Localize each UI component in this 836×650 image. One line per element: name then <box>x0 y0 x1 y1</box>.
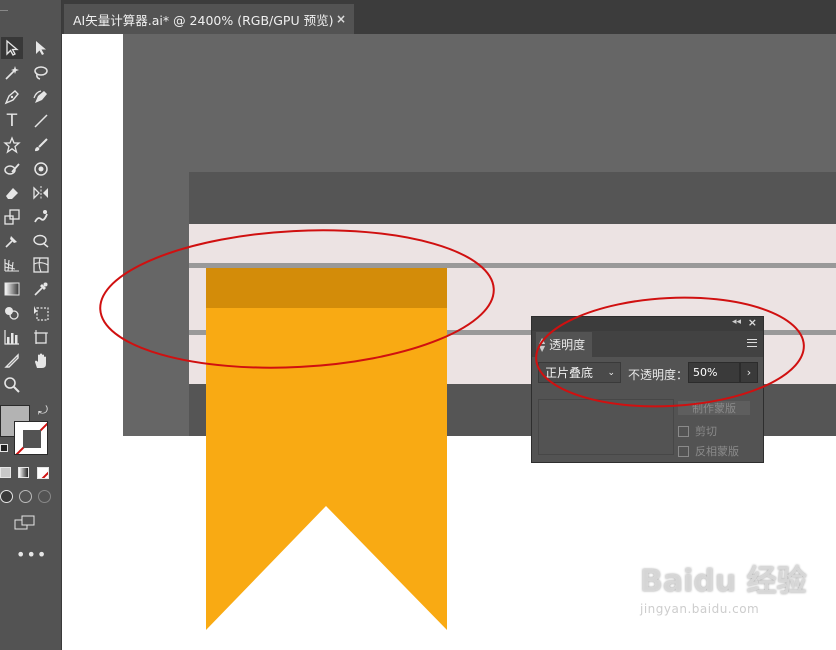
default-colors-icon[interactable] <box>0 444 8 452</box>
document-tab-bar: AI矢量计算器.ai* @ 2400% (RGB/GPU 预览) × <box>62 0 836 34</box>
none-mode-icon[interactable] <box>37 467 49 479</box>
type-tool-icon[interactable]: T <box>1 110 23 132</box>
opacity-label: 不透明度： <box>628 368 689 382</box>
stroke-swatch[interactable] <box>14 421 48 455</box>
toolbar-grip[interactable] <box>0 10 8 13</box>
make-mask-button[interactable]: 制作蒙版 <box>678 401 750 415</box>
invert-mask-option[interactable]: 反相蒙版 <box>678 443 739 459</box>
clip-checkbox[interactable] <box>678 425 689 437</box>
opacity-value: 50% <box>693 366 718 379</box>
line-segment-tool-icon[interactable] <box>30 110 52 132</box>
eraser-tool-icon[interactable] <box>1 182 23 204</box>
clip-label: 剪切 <box>695 425 717 438</box>
artboard-select-tool-icon[interactable] <box>30 302 52 324</box>
document-tab[interactable]: AI矢量计算器.ai* @ 2400% (RGB/GPU 预览) × <box>64 4 354 34</box>
curvature-tool-icon[interactable] <box>30 86 52 108</box>
selection-tool-icon[interactable] <box>1 37 23 59</box>
draw-behind-icon[interactable] <box>19 490 32 503</box>
collapse-panel-icon[interactable]: ◂◂ <box>732 317 741 327</box>
gradient-mode-icon[interactable] <box>18 467 29 478</box>
slice-tool-icon[interactable] <box>1 350 23 372</box>
document-tab-title: AI矢量计算器.ai* @ 2400% (RGB/GPU 预览) <box>73 12 334 28</box>
draw-normal-icon[interactable] <box>0 490 13 503</box>
column-graph-tool-icon[interactable] <box>1 326 23 348</box>
blend-mode-select[interactable]: 正片叠底 ⌄ <box>538 362 621 383</box>
scale-tool-icon[interactable] <box>1 206 23 228</box>
invert-mask-label: 反相蒙版 <box>695 445 739 458</box>
tools-panel: T ⤾ ••• <box>0 0 62 650</box>
transparency-panel: ◂◂ × ▲ ▼ 透明度 正片叠底 ⌄ 不透明度： 50% › 制作蒙版 剪切 反… <box>531 316 764 463</box>
pen-tool-icon[interactable] <box>1 86 23 108</box>
reflect-tool-icon[interactable] <box>30 182 52 204</box>
direct-selection-tool-icon[interactable] <box>30 37 52 59</box>
close-panel-icon[interactable]: × <box>748 316 757 329</box>
swap-fill-stroke-icon[interactable]: ⤾ <box>38 403 52 417</box>
eyedropper-tool-icon[interactable] <box>30 278 52 300</box>
panel-title-bar[interactable]: ◂◂ × <box>532 316 763 331</box>
watermark-brand: Baidu 经验 <box>640 564 807 599</box>
shape-builder-tool-icon[interactable] <box>1 302 23 324</box>
paintbrush-tool-icon[interactable] <box>30 134 52 156</box>
artboard-tool-icon[interactable] <box>30 326 52 348</box>
shaper-tool-icon[interactable] <box>1 158 23 180</box>
magic-wand-tool-icon[interactable] <box>1 62 23 84</box>
panel-options-toggle-icon[interactable]: ▲ ▼ <box>539 336 545 353</box>
star-tool-icon[interactable] <box>1 134 23 156</box>
mask-thumbnail[interactable] <box>538 399 674 455</box>
watermark-url: jingyan.baidu.com <box>640 602 760 616</box>
watermark: Baidu 经验 jingyan.baidu.com <box>640 556 807 616</box>
perspective-grid-tool-icon[interactable] <box>1 254 23 276</box>
free-transform-tool-icon[interactable] <box>30 230 52 252</box>
panel-menu-icon[interactable] <box>747 339 757 347</box>
ribbon-top-band <box>206 268 447 308</box>
panel-tab-strip: ▲ ▼ 透明度 <box>532 331 763 357</box>
warp-tool-icon[interactable] <box>30 206 52 228</box>
color-mode-icon[interactable] <box>0 467 11 478</box>
gradient-tool-icon[interactable] <box>1 278 23 300</box>
edit-toolbar-icon[interactable]: ••• <box>16 545 47 564</box>
blob-brush-tool-icon[interactable] <box>30 158 52 180</box>
chevron-down-icon: ⌄ <box>607 367 615 378</box>
lasso-tool-icon[interactable] <box>30 62 52 84</box>
opacity-input[interactable]: 50% <box>688 362 740 383</box>
puppet-warp-tool-icon[interactable] <box>1 230 23 252</box>
draw-inside-icon[interactable] <box>38 490 51 503</box>
opacity-slider-button[interactable]: › <box>740 362 758 383</box>
screen-mode-icon[interactable] <box>14 515 36 531</box>
close-tab-icon[interactable]: × <box>336 12 346 26</box>
zoom-tool-icon[interactable] <box>1 374 23 396</box>
hand-tool-icon[interactable] <box>30 350 52 372</box>
tab-transparency-label: 透明度 <box>549 338 586 352</box>
tab-transparency[interactable]: ▲ ▼ 透明度 <box>536 332 592 357</box>
clip-option[interactable]: 剪切 <box>678 423 717 439</box>
invert-mask-checkbox[interactable] <box>678 445 689 457</box>
chevron-right-icon: › <box>746 366 752 379</box>
mesh-tool-icon[interactable] <box>30 254 52 276</box>
bookmark-ribbon[interactable] <box>206 268 447 630</box>
blend-mode-value: 正片叠底 <box>545 366 594 380</box>
blend-opacity-row: 正片叠底 ⌄ 不透明度： 50% › <box>532 357 763 387</box>
